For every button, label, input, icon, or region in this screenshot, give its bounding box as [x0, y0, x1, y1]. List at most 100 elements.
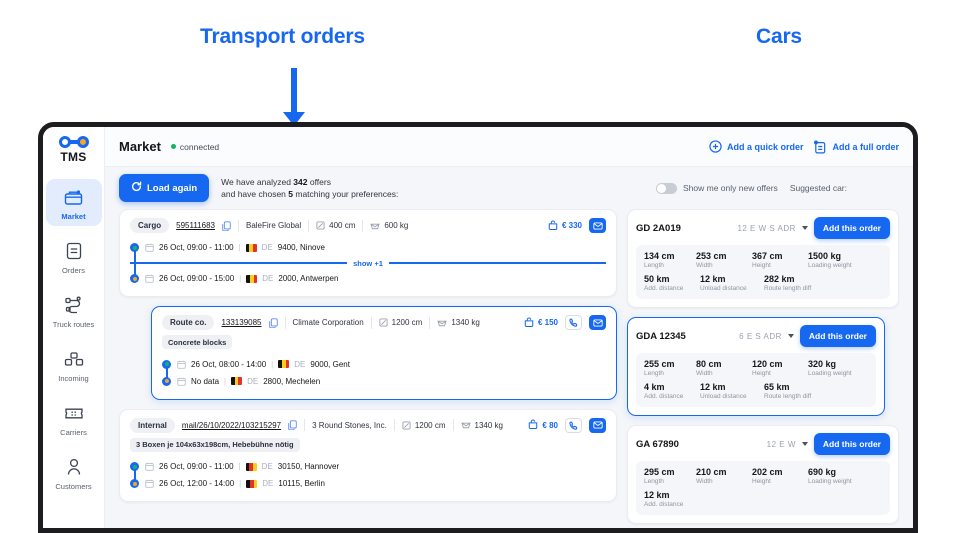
sidebar-item-incoming[interactable]: Incoming [46, 341, 102, 388]
truck-routes-icon [61, 293, 87, 317]
car-spec-label: Loading weight [808, 478, 852, 485]
bag-icon [524, 317, 534, 329]
divider: | [224, 376, 227, 386]
car-spec-label: Loading weight [808, 262, 852, 269]
car-card[interactable]: GD 2A019 12 E W S ADR Add this order 134 cm… [627, 209, 899, 308]
car-header: GD 2A019 12 E W S ADR Add this order [636, 217, 890, 239]
load-again-label: Load again [147, 182, 198, 194]
car-card[interactable]: GDA 12345 6 E S ADR Add this order 255 cm Le… [627, 317, 885, 416]
copy-icon[interactable] [222, 220, 231, 231]
stop-time: 26 Oct, 08:00 - 14:00 [191, 359, 267, 369]
divider [429, 316, 431, 329]
car-plate: GDA 12345 [636, 330, 686, 342]
chevron-down-icon[interactable] [801, 226, 808, 230]
order-company: BaleFire Global [245, 221, 302, 230]
add-this-order-button[interactable]: Add this order [813, 217, 890, 239]
add-this-order-button[interactable]: Add this order [813, 433, 890, 455]
copy-icon[interactable] [288, 420, 297, 430]
stop-place: 2000, Antwerpen [278, 274, 339, 283]
order-route: 26 Oct, 09:00 - 11:00 | DE 9400, Ninove show… [130, 239, 606, 287]
sidebar-item-label: Carriers [60, 428, 87, 437]
logo-mark-icon [58, 136, 89, 148]
stop-country: DE [294, 359, 306, 369]
car-spec-value: 12 km [644, 490, 670, 500]
stop-place: 9000, Gent [310, 359, 350, 369]
customers-icon [61, 455, 87, 479]
car-spec-label: Unload distance [700, 393, 747, 400]
show-more-row[interactable]: show +1 [130, 257, 606, 269]
car-card[interactable]: GA 67890 12 E W Add this order 295 cm Length… [627, 425, 899, 524]
sidebar-item-truck-routes[interactable]: Truck routes [46, 287, 102, 334]
route-stop-dot-icon [162, 359, 171, 369]
mail-button[interactable] [589, 218, 606, 233]
order-description: 3 Boxen je 104x63x198cm, Hebebühne nötig [130, 437, 300, 452]
car-spec-label: Unload distance [700, 285, 747, 292]
order-card[interactable]: Internal mail/26/10/2022/103215297 3 Round… [119, 408, 617, 502]
car-spec: 320 kg Loading weight [808, 359, 852, 377]
sidebar-item-orders[interactable]: Orders [46, 233, 102, 280]
order-company: Climate Corporation [292, 318, 364, 327]
order-length: 1200 cm [402, 421, 446, 430]
car-spec: 367 cm Height [752, 251, 808, 269]
flag-icon [245, 462, 257, 471]
logo-text: TMS [60, 150, 87, 164]
car-spec-label: Height [752, 370, 771, 377]
annotation-arrow-transport-orders [283, 68, 305, 126]
car-spec: 12 km Unload distance [700, 382, 764, 400]
tms-logo: TMS [58, 136, 89, 164]
car-spec-label: Width [696, 262, 713, 269]
sidebar-item-customers[interactable]: Customers [46, 449, 102, 496]
car-spec: 134 cm Length [644, 251, 696, 269]
stop-country: DE [262, 479, 274, 488]
show-more-label[interactable]: show +1 [347, 259, 389, 268]
car-tags: 6 E S ADR [739, 331, 782, 341]
car-spec: 295 cm Length [644, 467, 696, 485]
calendar-icon [145, 243, 154, 252]
analyzed-count: 342 [293, 176, 308, 187]
flag-icon [278, 360, 290, 368]
new-offers-toggle[interactable] [656, 182, 677, 194]
document-plus-icon [813, 139, 827, 154]
chevron-down-icon[interactable] [801, 442, 808, 446]
order-type-badge: Internal [130, 417, 175, 433]
order-reference[interactable]: 595111683 [176, 221, 215, 230]
car-spec: 255 cm Length [644, 359, 696, 377]
car-header: GDA 12345 6 E S ADR Add this order [636, 325, 876, 347]
order-card[interactable]: Route co. 133139085 Climate Corporation 120… [151, 306, 617, 400]
car-spec-value: 295 cm [644, 467, 675, 477]
stop-time: 26 Oct, 09:00 - 15:00 [159, 274, 235, 283]
add-quick-order-button[interactable]: Add a quick order [709, 140, 803, 153]
car-spec-value: 12 km [700, 382, 726, 392]
route-stop: No data | DE 2800, Mechelen [162, 373, 606, 390]
stop-country: DE [262, 274, 274, 283]
order-reference[interactable]: mail/26/10/2022/103215297 [182, 421, 281, 430]
new-offers-toggle-group[interactable]: Show me only new offers [656, 182, 778, 194]
order-reference[interactable]: 133139085 [221, 318, 261, 327]
car-spec: 210 cm Width [696, 467, 752, 485]
order-weight: 600 kg [370, 221, 408, 230]
mail-button[interactable] [589, 417, 606, 433]
divider [452, 419, 454, 431]
refresh-icon [131, 181, 142, 195]
carriers-icon [61, 401, 87, 425]
load-again-button[interactable]: Load again [119, 174, 210, 202]
stop-time: 26 Oct, 09:00 - 11:00 [159, 462, 234, 471]
car-spec-value: 4 km [644, 382, 665, 392]
sidebar-item-market[interactable]: Market [45, 179, 102, 226]
length-icon [402, 420, 411, 430]
chevron-down-icon[interactable] [787, 334, 794, 338]
sidebar-item-carriers[interactable]: Carriers [46, 395, 102, 442]
call-button[interactable] [565, 315, 582, 330]
subbar: Load again We have analyzed 342 offers a… [105, 167, 913, 209]
mail-button[interactable] [589, 315, 606, 330]
stop-time: 26 Oct, 09:00 - 11:00 [159, 243, 234, 252]
weight-icon [437, 319, 447, 327]
route-stop-dot-icon [130, 274, 139, 283]
order-card[interactable]: Cargo 595111683 BaleFire Global 400 cm 600 k… [119, 209, 617, 297]
add-full-order-button[interactable]: Add a full order [813, 139, 899, 154]
copy-icon[interactable] [268, 317, 278, 328]
call-button[interactable] [565, 417, 582, 433]
car-spec-label: Width [696, 478, 713, 485]
add-this-order-button[interactable]: Add this order [799, 325, 876, 347]
analyzed-suffix: offers [307, 176, 331, 187]
